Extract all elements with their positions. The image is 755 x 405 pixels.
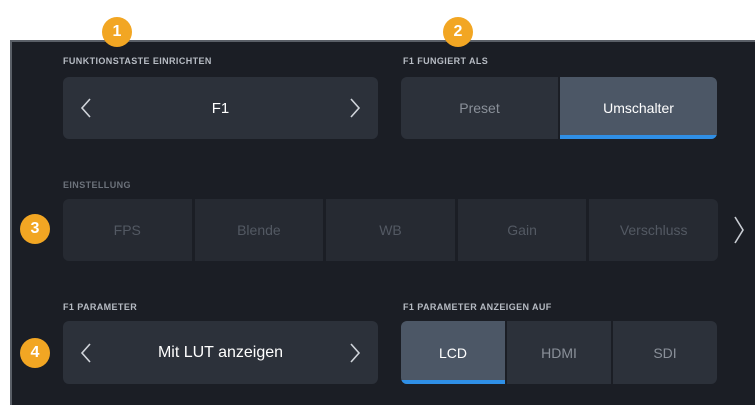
chevron-left-icon bbox=[80, 342, 91, 363]
setting-fps[interactable]: FPS bbox=[63, 199, 192, 261]
parameter-selector: Mit LUT anzeigen bbox=[63, 321, 378, 384]
setting-tabs: FPS Blende WB Gain Verschluss bbox=[63, 199, 718, 261]
function-key-next-button[interactable] bbox=[340, 77, 370, 139]
setting-gain[interactable]: Gain bbox=[454, 199, 587, 261]
setting-wb[interactable]: WB bbox=[323, 199, 455, 261]
display-on-toggle: LCD HDMI SDI bbox=[401, 321, 717, 384]
setting-iris[interactable]: Blende bbox=[191, 199, 324, 261]
setting-label: EINSTELLUNG bbox=[63, 180, 131, 190]
callout-badge-4: 4 bbox=[20, 338, 50, 368]
parameter-next-button[interactable] bbox=[340, 321, 370, 384]
acts-as-label: F1 FUNGIERT ALS bbox=[403, 56, 489, 66]
acts-as-toggle: Preset Umschalter bbox=[401, 77, 717, 139]
parameter-value: Mit LUT anzeigen bbox=[157, 343, 284, 361]
toggle-option[interactable]: Umschalter bbox=[558, 77, 717, 139]
chevron-left-icon bbox=[80, 98, 91, 118]
function-key-selector: F1 bbox=[63, 77, 378, 139]
parameter-label: F1 PARAMETER bbox=[63, 302, 138, 312]
parameter-prev-button[interactable] bbox=[71, 321, 101, 384]
chevron-right-icon bbox=[734, 216, 744, 244]
function-key-prev-button[interactable] bbox=[71, 77, 101, 139]
setting-next-button[interactable] bbox=[733, 214, 745, 251]
display-sdi[interactable]: SDI bbox=[611, 321, 717, 384]
setting-shutter[interactable]: Verschluss bbox=[586, 199, 718, 261]
callout-badge-3: 3 bbox=[20, 214, 50, 244]
display-on-label: F1 PARAMETER ANZEIGEN AUF bbox=[403, 302, 552, 312]
preset-option[interactable]: Preset bbox=[401, 77, 558, 139]
function-key-value: F1 bbox=[211, 99, 230, 117]
display-lcd[interactable]: LCD bbox=[401, 321, 505, 384]
function-key-label: FUNKTIONSTASTE EINRICHTEN bbox=[63, 56, 212, 66]
chevron-right-icon bbox=[350, 342, 361, 363]
callout-badge-1: 1 bbox=[102, 17, 132, 47]
display-hdmi[interactable]: HDMI bbox=[505, 321, 611, 384]
callout-badge-2: 2 bbox=[443, 17, 473, 47]
chevron-right-icon bbox=[350, 98, 361, 118]
